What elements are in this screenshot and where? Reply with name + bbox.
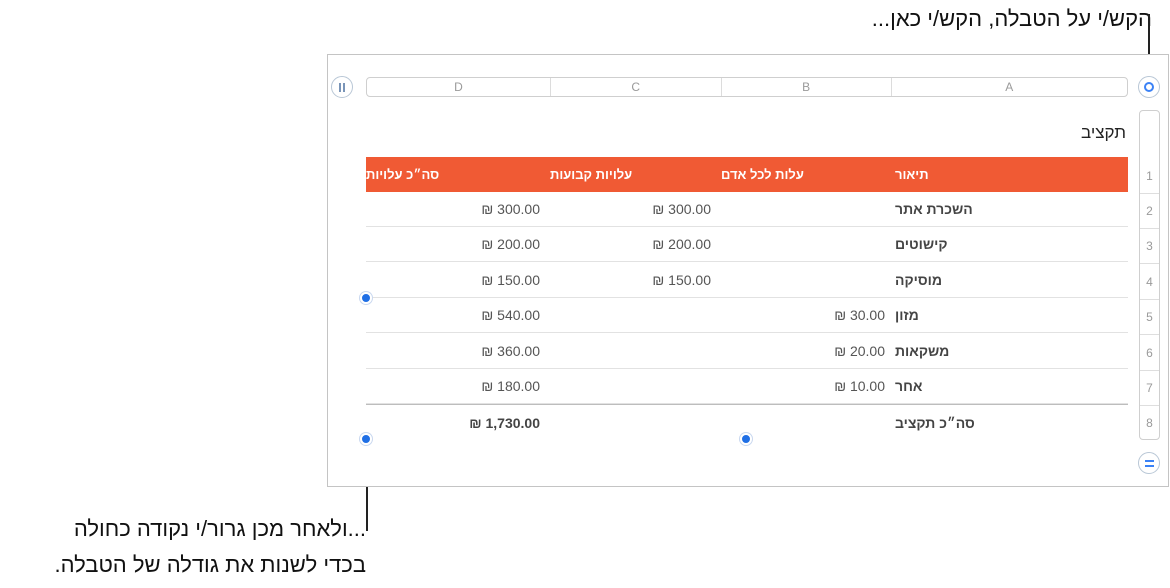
cell-per-person[interactable]: [721, 262, 895, 297]
cell-fixed[interactable]: ₪ 300.00: [550, 192, 721, 226]
column-header-b[interactable]: B: [722, 78, 892, 96]
header-cell-per-person[interactable]: עלות לכל אדם: [721, 157, 895, 192]
cell-per-person[interactable]: ₪ 30.00: [721, 298, 895, 332]
resize-handle-corner[interactable]: [360, 433, 372, 445]
cell-total[interactable]: ₪ 150.00: [366, 262, 550, 297]
row-header-6[interactable]: 6: [1140, 334, 1159, 370]
table-row[interactable]: מוסיקה ₪ 150.00 ₪ 150.00: [366, 262, 1128, 298]
instruction-callout-bottom-line2: בכדי לשנות את גודלה של הטבלה.: [54, 552, 366, 577]
cell-fixed[interactable]: ₪ 200.00: [550, 227, 721, 261]
cell-description[interactable]: מוסיקה: [895, 262, 1128, 297]
cell-fixed[interactable]: [550, 369, 721, 403]
cell-per-person[interactable]: [721, 227, 895, 261]
resize-handle-left[interactable]: [360, 292, 372, 304]
table-row[interactable]: השכרת אתר ₪ 300.00 ₪ 300.00: [366, 192, 1128, 227]
row-header-bar: 1 2 3 4 5 6 7 8: [1139, 110, 1160, 440]
column-header-a[interactable]: A: [892, 78, 1127, 96]
cell-total[interactable]: ₪ 200.00: [366, 227, 550, 261]
pause-icon: [339, 82, 345, 92]
header-cell-total[interactable]: סה״כ עלויות: [366, 157, 550, 192]
cell-description[interactable]: מזון: [895, 298, 1128, 332]
footer-cell-fixed[interactable]: [550, 405, 721, 440]
cell-description[interactable]: קישוטים: [895, 227, 1128, 261]
row-header-1[interactable]: 1: [1140, 158, 1159, 193]
cell-fixed[interactable]: [550, 298, 721, 332]
column-header-c[interactable]: C: [551, 78, 722, 96]
select-table-button[interactable]: [1138, 76, 1160, 98]
column-header-d[interactable]: D: [367, 78, 551, 96]
table-row[interactable]: אחר ₪ 10.00 ₪ 180.00: [366, 369, 1128, 404]
cell-per-person[interactable]: ₪ 20.00: [721, 333, 895, 368]
row-header-3[interactable]: 3: [1140, 228, 1159, 263]
cell-description[interactable]: אחר: [895, 369, 1128, 403]
cell-total[interactable]: ₪ 180.00: [366, 369, 550, 403]
equals-icon: [1144, 459, 1154, 467]
column-header-bar: D C B A: [366, 77, 1128, 97]
instruction-callout-bottom: ...ולאחר מכן גרור/י נקודה כחולה בכדי לשנ…: [54, 511, 366, 583]
row-header-5[interactable]: 5: [1140, 299, 1159, 334]
footer-cell-total[interactable]: ₪ 1,730.00: [366, 405, 550, 440]
cell-description[interactable]: השכרת אתר: [895, 192, 1128, 226]
table-header-row[interactable]: תיאור עלות לכל אדם עלויות קבועות סה״כ על…: [366, 157, 1128, 192]
table-row[interactable]: מזון ₪ 30.00 ₪ 540.00: [366, 298, 1128, 333]
footer-cell-description[interactable]: סה״כ תקציב: [895, 405, 1128, 440]
row-header-7[interactable]: 7: [1140, 370, 1159, 405]
row-header-2[interactable]: 2: [1140, 193, 1159, 228]
instruction-callout-top: הקש/י על הטבלה, הקש/י כאן...: [871, 6, 1152, 31]
resize-handle-bottom[interactable]: [740, 433, 752, 445]
table-title[interactable]: תקציב: [1081, 123, 1126, 143]
table-row[interactable]: קישוטים ₪ 200.00 ₪ 200.00: [366, 227, 1128, 262]
table-row[interactable]: משקאות ₪ 20.00 ₪ 360.00: [366, 333, 1128, 369]
header-cell-description[interactable]: תיאור: [895, 157, 1128, 192]
freeze-button[interactable]: [331, 76, 353, 98]
cell-per-person[interactable]: [721, 192, 895, 226]
cell-total[interactable]: ₪ 300.00: [366, 192, 550, 226]
cell-total[interactable]: ₪ 360.00: [366, 333, 550, 368]
cell-description[interactable]: משקאות: [895, 333, 1128, 368]
cell-total[interactable]: ₪ 540.00: [366, 298, 550, 332]
circle-icon: [1144, 82, 1154, 92]
cell-fixed[interactable]: [550, 333, 721, 368]
cell-per-person[interactable]: ₪ 10.00: [721, 369, 895, 403]
header-cell-fixed[interactable]: עלויות קבועות: [550, 157, 721, 192]
add-rows-button[interactable]: [1138, 452, 1160, 474]
row-header-8[interactable]: 8: [1140, 405, 1159, 439]
instruction-callout-bottom-line1: ...ולאחר מכן גרור/י נקודה כחולה: [73, 516, 366, 541]
row-header-4[interactable]: 4: [1140, 263, 1159, 299]
cell-fixed[interactable]: ₪ 150.00: [550, 262, 721, 297]
